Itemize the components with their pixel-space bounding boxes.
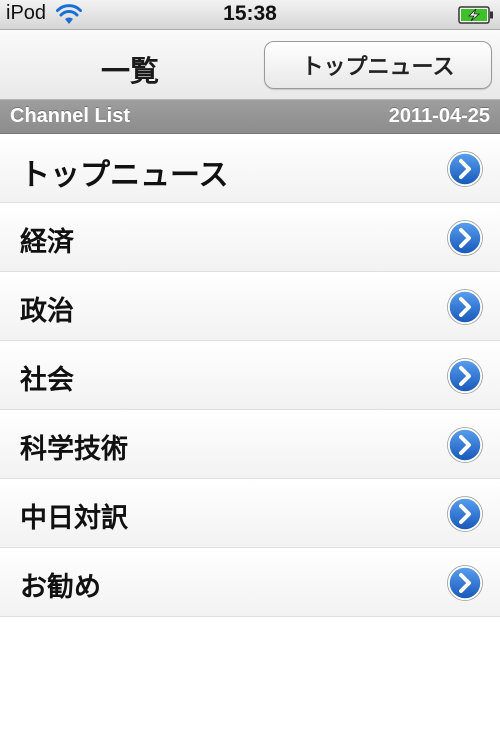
list-item-economy[interactable]: 経済 [0,203,500,272]
chevron-right-circle-icon[interactable] [447,496,483,532]
status-bar: iPod 15:38 [0,0,500,30]
status-time: 15:38 [223,2,277,25]
list-item-top-news[interactable]: トップニュース [0,134,500,203]
chevron-right-circle-icon[interactable] [447,358,483,394]
list-item-label: お勧め [20,572,101,603]
chevron-right-circle-icon[interactable] [447,151,483,187]
list-item-label: トップニュース [20,158,229,193]
battery-charging-icon [458,6,493,24]
chevron-right-circle-icon[interactable] [447,289,483,325]
section-header: Channel List 2011-04-25 [0,100,500,134]
list-item-label: 経済 [20,227,74,258]
chevron-right-circle-icon[interactable] [447,220,483,256]
list-item-science-tech[interactable]: 科学技術 [0,410,500,479]
top-news-button[interactable]: トップニュース [264,41,492,89]
list-item-label: 科学技術 [20,434,128,465]
list-item-bilingual[interactable]: 中日対訳 [0,479,500,548]
list-item-label: 中日対訳 [20,503,128,534]
list-item-society[interactable]: 社会 [0,341,500,410]
list-item-recommended[interactable]: お勧め [0,548,500,617]
navigation-bar: 一覧 トップニュース [0,30,500,100]
chevron-right-circle-icon[interactable] [447,427,483,463]
list-item-politics[interactable]: 政治 [0,272,500,341]
page-title: 一覧 [100,54,159,88]
chevron-right-circle-icon[interactable] [447,565,483,601]
list-item-label: 政治 [20,296,74,327]
list-item-label: 社会 [20,365,74,396]
section-title: Channel List [10,105,131,127]
channel-list: トップニュース 経済 政治 社会 科学技術 中日対訳 お勧め [0,134,500,617]
section-date: 2011-04-25 [388,105,490,127]
